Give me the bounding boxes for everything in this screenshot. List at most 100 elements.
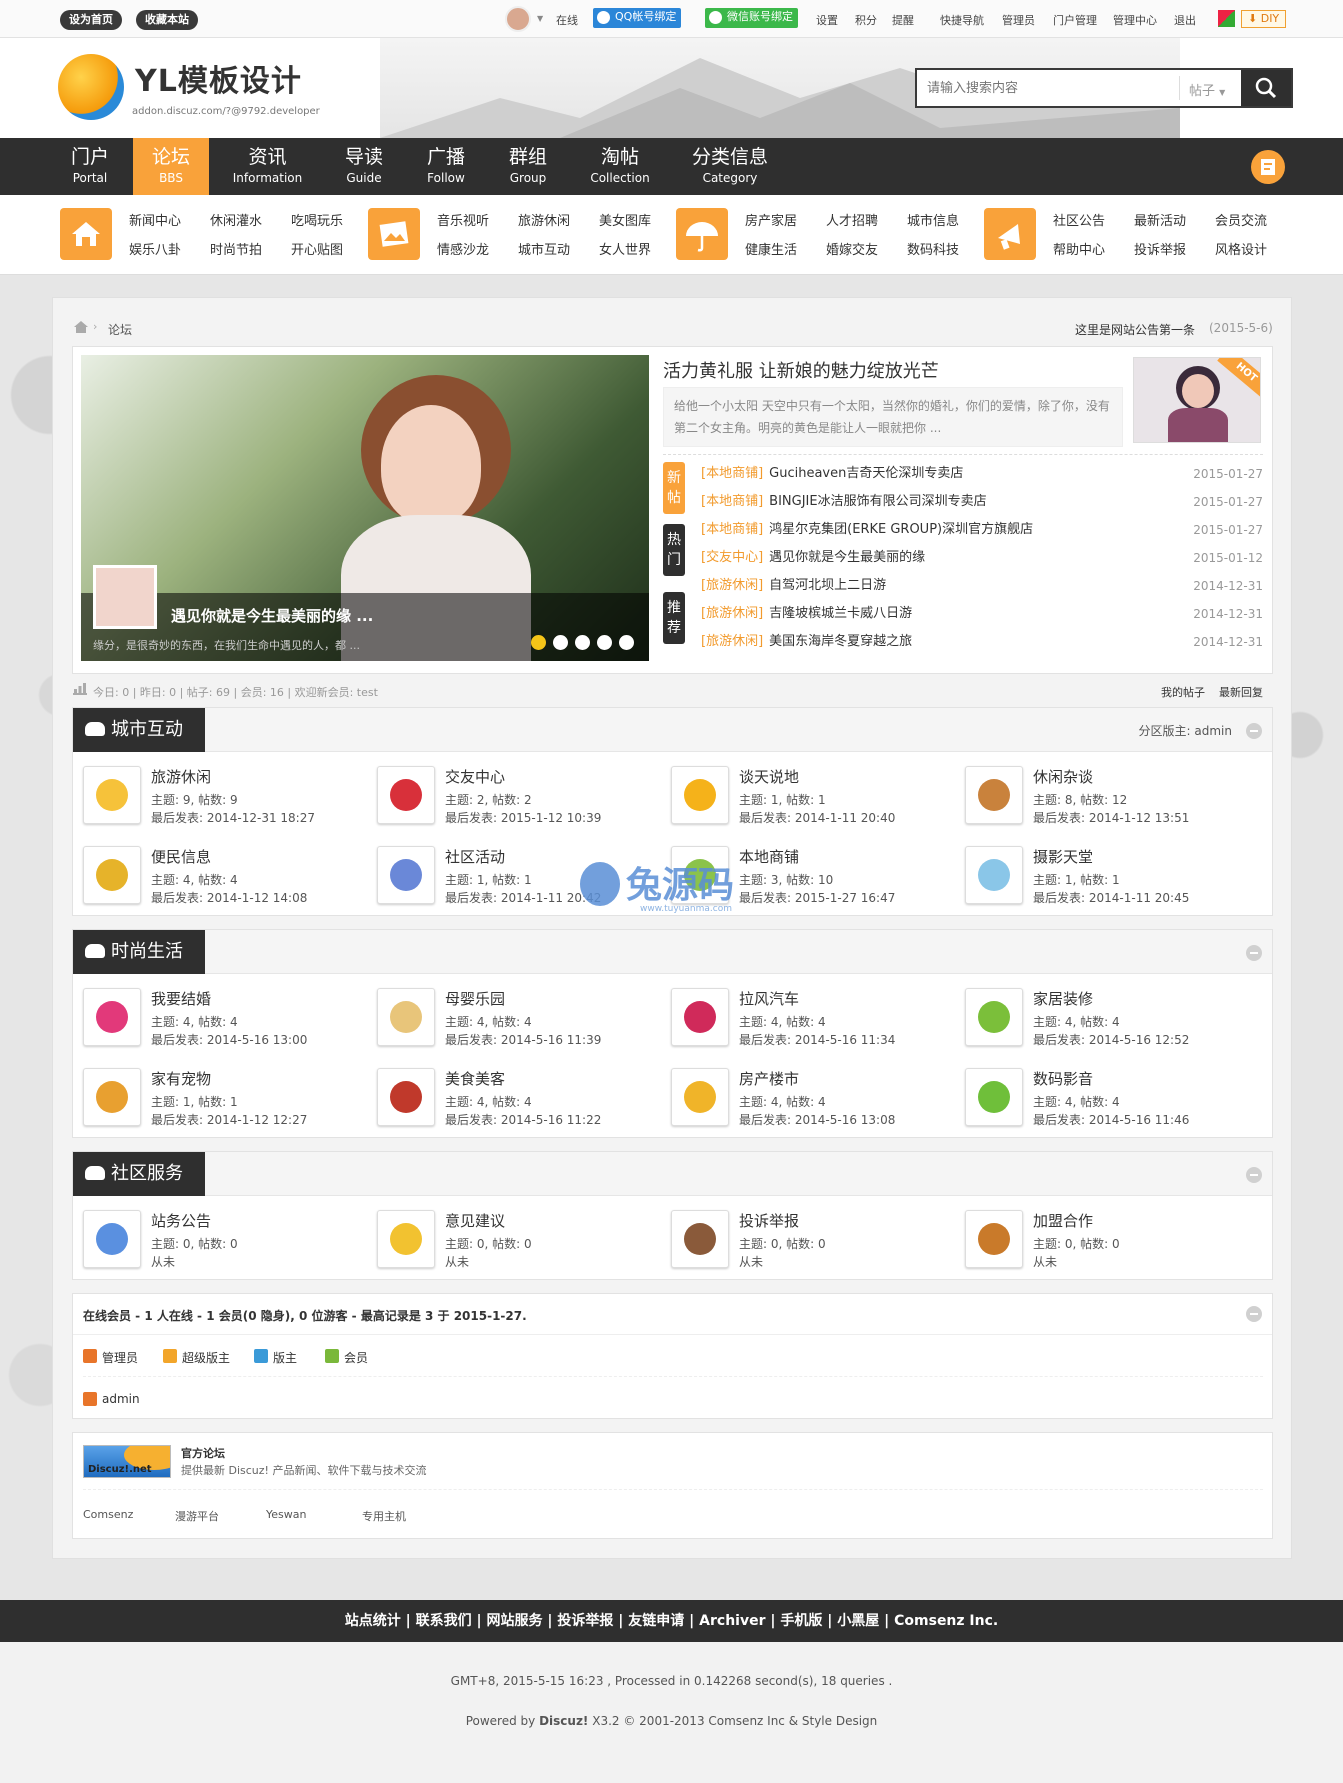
footer-link[interactable]: 网站服务 — [487, 1613, 543, 1629]
footer-link[interactable]: 联系我们 — [416, 1613, 472, 1629]
forum-last-post[interactable]: 最后发表: 2015-1-12 10:39 — [445, 809, 601, 826]
forum-icon[interactable] — [377, 846, 435, 904]
news-item[interactable]: [旅游休闲] 美国东海岸冬夏穿越之旅 2014-12-31 — [701, 630, 1273, 654]
nav-portal[interactable]: 门户 Portal — [60, 138, 120, 195]
forum-name[interactable]: 交友中心 — [445, 766, 505, 787]
forum-name[interactable]: 谈天说地 — [739, 766, 799, 787]
forum-last-post[interactable]: 最后发表: 2014-1-11 20:42 — [445, 889, 601, 906]
online-title[interactable]: 在线会员 - 1 人在线 - 1 会员(0 隐身), 0 位游客 - 最高记录是… — [83, 1307, 527, 1324]
nav-collection[interactable]: 淘帖 Collection — [582, 138, 658, 195]
forum-icon[interactable] — [671, 1210, 729, 1268]
footer-link[interactable]: 手机版 — [780, 1613, 822, 1629]
subnav-link[interactable]: 女人世界 — [599, 239, 651, 258]
forum-last-post[interactable]: 最后发表: 2014-5-16 12:52 — [1033, 1031, 1189, 1048]
forum-name[interactable]: 美食美客 — [445, 1068, 505, 1089]
forum-item[interactable]: 意见建议 主题: 0, 帖数: 0 从未 — [377, 1206, 667, 1276]
forum-icon[interactable] — [377, 988, 435, 1046]
subnav-link[interactable]: 旅游休闲 — [518, 210, 570, 229]
subnav-link[interactable]: 音乐视听 — [437, 210, 489, 229]
forum-icon[interactable] — [965, 766, 1023, 824]
forum-name[interactable]: 家有宠物 — [151, 1068, 211, 1089]
slide-dot[interactable] — [619, 635, 634, 650]
forum-last-post[interactable]: 最后发表: 2014-5-16 13:08 — [739, 1111, 895, 1128]
subnav-link[interactable]: 帮助中心 — [1053, 239, 1105, 258]
home-icon[interactable] — [60, 208, 112, 260]
footer-link[interactable]: 投诉举报 — [557, 1613, 613, 1629]
official-forum-link[interactable]: 官方论坛 — [181, 1445, 225, 1461]
subnav-link[interactable]: 健康生活 — [745, 239, 797, 258]
nav-group[interactable]: 群组 Group — [496, 138, 560, 195]
forum-last-post[interactable]: 最后发表: 2014-1-12 14:08 — [151, 889, 307, 906]
forum-icon[interactable] — [671, 766, 729, 824]
forum-name[interactable]: 摄影天堂 — [1033, 846, 1093, 867]
megaphone-icon[interactable] — [984, 208, 1036, 260]
breadcrumb-current[interactable]: 论坛 — [108, 321, 132, 338]
forum-icon[interactable] — [377, 766, 435, 824]
bookmark-button[interactable]: 收藏本站 — [136, 10, 198, 30]
news-item[interactable]: [本地商铺] 鸿星尔克集团(ERKE GROUP)深圳官方旗舰店 2015-01-2… — [701, 518, 1273, 542]
search-input[interactable] — [917, 70, 1179, 106]
slide-dot[interactable] — [597, 635, 612, 650]
forum-icon[interactable] — [83, 1210, 141, 1268]
subnav-link[interactable]: 会员交流 — [1215, 210, 1267, 229]
subnav-link[interactable]: 投诉举报 — [1134, 239, 1186, 258]
collapse-icon[interactable] — [1246, 1306, 1262, 1322]
forum-icon[interactable] — [965, 846, 1023, 904]
forum-last-post[interactable]: 最后发表: 2014-1-11 20:40 — [739, 809, 895, 826]
forum-name[interactable]: 旅游休闲 — [151, 766, 211, 787]
forum-last-post[interactable]: 最后发表: 2014-5-16 11:39 — [445, 1031, 601, 1048]
slide-dot-active[interactable] — [531, 635, 546, 650]
footer-link[interactable]: Archiver — [699, 1613, 765, 1629]
friend-link[interactable]: Comsenz — [83, 1508, 133, 1521]
forum-icon[interactable] — [377, 1210, 435, 1268]
section-title[interactable]: 社区服务 — [73, 1152, 205, 1196]
forum-icon[interactable] — [83, 846, 141, 904]
friend-link[interactable]: Yeswan — [266, 1508, 306, 1521]
subnav-link[interactable]: 婚嫁交友 — [826, 239, 878, 258]
forum-name[interactable]: 数码影音 — [1033, 1068, 1093, 1089]
subnav-link[interactable]: 风格设计 — [1215, 239, 1267, 258]
forum-item[interactable]: 房产楼市 主题: 4, 帖数: 4 最后发表: 2014-5-16 13:08 — [671, 1064, 961, 1134]
avatar[interactable] — [505, 6, 531, 32]
forum-icon[interactable] — [965, 988, 1023, 1046]
subnav-link[interactable]: 吃喝玩乐 — [291, 210, 343, 229]
subnav-link[interactable]: 数码科技 — [907, 239, 959, 258]
diy-button[interactable]: ⬇ DIY — [1241, 10, 1287, 28]
subnav-link[interactable]: 新闻中心 — [129, 210, 181, 229]
portal-admin-link[interactable]: 门户管理 — [1053, 12, 1097, 28]
search-type-select[interactable]: 帖子 ▼ — [1189, 80, 1225, 99]
forum-name[interactable]: 社区活动 — [445, 846, 505, 867]
nav-information[interactable]: 资讯 Information — [225, 138, 310, 195]
headline-image[interactable]: HOT — [1133, 357, 1261, 443]
admin-link[interactable]: 管理员 — [1002, 12, 1035, 28]
search-button[interactable] — [1241, 70, 1291, 106]
collapse-icon[interactable] — [1246, 723, 1262, 739]
forum-name[interactable]: 意见建议 — [445, 1210, 505, 1231]
subnav-link[interactable]: 情感沙龙 — [437, 239, 489, 258]
online-status[interactable]: 在线 — [556, 12, 578, 28]
forum-icon[interactable] — [965, 1068, 1023, 1126]
forum-icon[interactable] — [671, 988, 729, 1046]
news-item[interactable]: [交友中心] 遇见你就是今生最美丽的缘 2015-01-12 — [701, 546, 1273, 570]
subnav-link[interactable]: 房产家居 — [745, 210, 797, 229]
forum-name[interactable]: 投诉举报 — [739, 1210, 799, 1231]
credits-link[interactable]: 积分 — [855, 12, 877, 28]
forum-last-post[interactable]: 最后发表: 2014-1-11 20:45 — [1033, 889, 1189, 906]
forum-last-post[interactable]: 最后发表: 2014-5-16 11:46 — [1033, 1111, 1189, 1128]
section-title[interactable]: 时尚生活 — [73, 930, 205, 974]
online-user[interactable]: admin — [102, 1392, 140, 1406]
forum-item[interactable]: 站务公告 主题: 0, 帖数: 0 从未 — [83, 1206, 373, 1276]
announcement-link[interactable]: 这里是网站公告第一条 — [1075, 321, 1195, 338]
collapse-icon[interactable] — [1246, 1167, 1262, 1183]
forum-icon[interactable] — [83, 988, 141, 1046]
forum-item[interactable]: 美食美客 主题: 4, 帖数: 4 最后发表: 2014-5-16 11:22 — [377, 1064, 667, 1134]
my-posts-link[interactable]: 我的帖子 — [1161, 684, 1205, 700]
admin-center-link[interactable]: 管理中心 — [1113, 12, 1157, 28]
tab-recommended[interactable]: 推荐 — [663, 592, 685, 644]
forum-item[interactable]: 投诉举报 主题: 0, 帖数: 0 从未 — [671, 1206, 961, 1276]
style-switch-icon[interactable] — [1218, 10, 1235, 27]
edit-note-icon[interactable] — [1251, 150, 1285, 184]
forum-item[interactable]: 旅游休闲 主题: 9, 帖数: 9 最后发表: 2014-12-31 18:27 — [83, 762, 373, 832]
slide-dot[interactable] — [553, 635, 568, 650]
collapse-icon[interactable] — [1246, 945, 1262, 961]
